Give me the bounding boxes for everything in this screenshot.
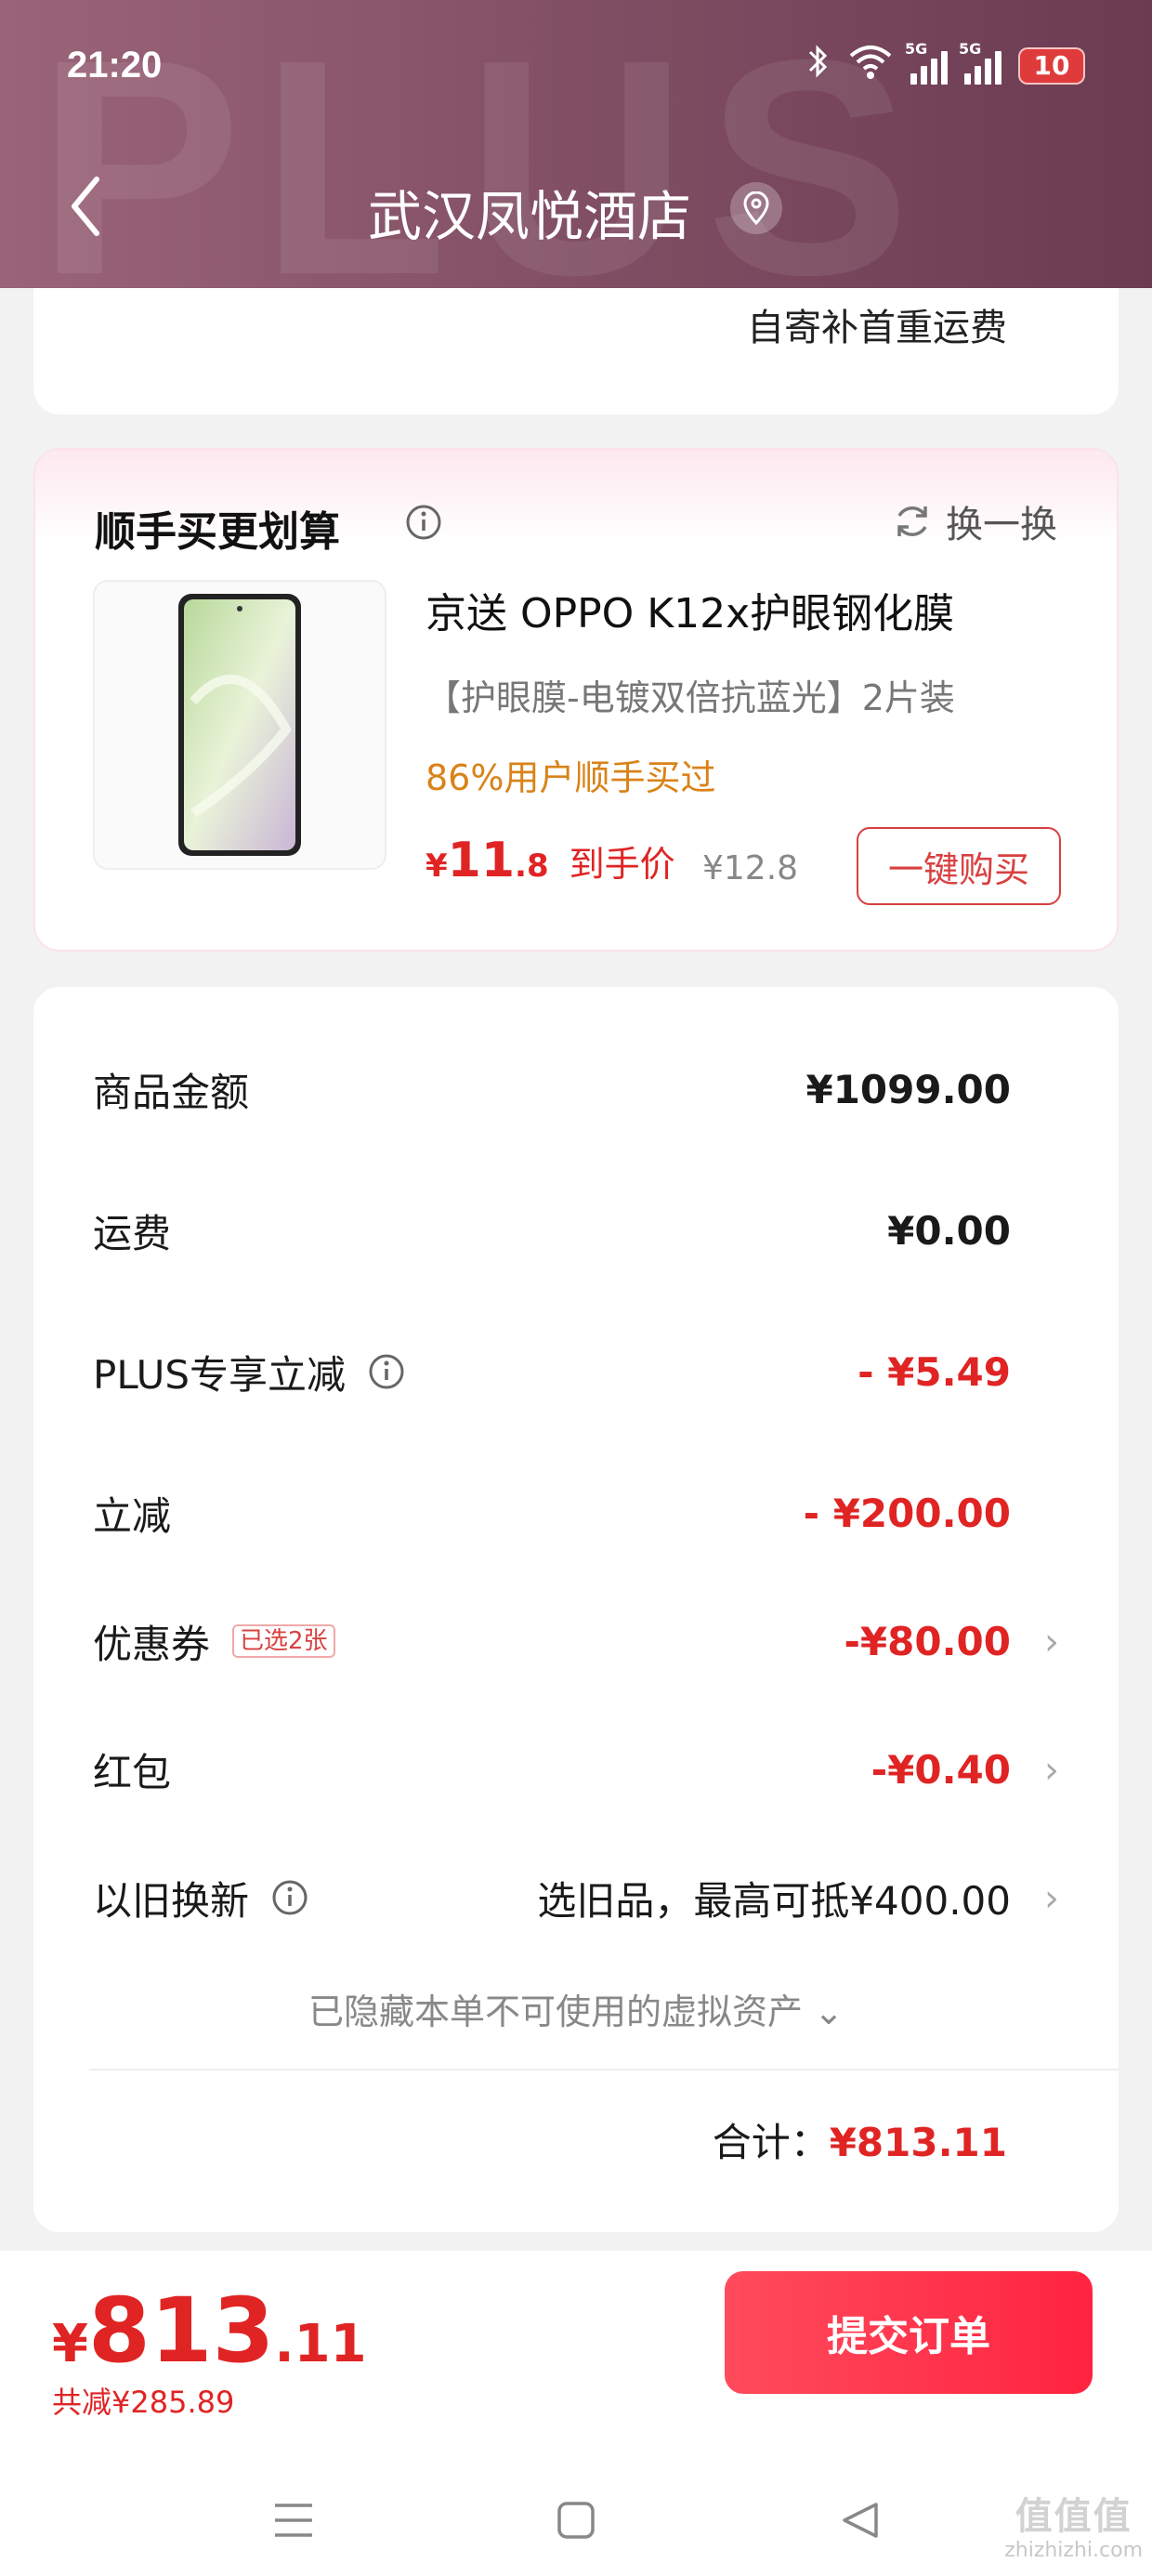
product-image[interactable] — [93, 580, 386, 870]
chevron-left-icon — [72, 177, 99, 236]
row-value: - ¥200.00 — [803, 1490, 1011, 1536]
menu-button[interactable] — [256, 2483, 331, 2557]
chevron-right-icon: › — [1044, 1877, 1059, 1920]
location-pin-icon — [743, 191, 769, 225]
site-watermark: 值值值 zhizhizhi.com — [1004, 2494, 1143, 2563]
hidden-assets-label: 已隐藏本单不可使用的虚拟资产 — [308, 1991, 804, 2032]
coupon-count-badge: 已选2张 — [232, 1623, 335, 1659]
home-button[interactable] — [539, 2483, 613, 2557]
swap-button[interactable]: 换一换 — [892, 494, 1057, 548]
row-label: 运费 — [93, 1210, 172, 1256]
total-value: ¥813.11 — [829, 2120, 1007, 2165]
triangle-back-icon — [843, 2503, 878, 2538]
back-button[interactable] — [58, 169, 113, 243]
battery-icon: 10 — [1018, 46, 1085, 85]
row-label: 商品金额 — [93, 1069, 250, 1115]
site-watermark-logo: 值值值 — [1015, 2495, 1132, 2538]
product-spec: 【护眼膜-电镀双倍抗蓝光】2片装 — [425, 677, 955, 718]
row-red-packet[interactable]: 红包 -¥0.40 › — [93, 1732, 1059, 1807]
system-back-button[interactable] — [823, 2483, 897, 2557]
row-label: 红包 — [93, 1749, 172, 1795]
row-label: 立减 — [93, 1492, 172, 1539]
row-plus-discount: PLUS专享立减 - ¥5.49 — [93, 1334, 1059, 1409]
product-price: ¥ 11 .8 到手价 — [425, 833, 675, 888]
info-icon[interactable] — [405, 504, 442, 545]
chevron-right-icon: › — [1044, 1749, 1059, 1792]
site-watermark-url: zhizhizhi.com — [1004, 2539, 1143, 2562]
one-click-buy-button[interactable]: 一键购买 — [857, 827, 1061, 905]
row-instant-discount: 立减 - ¥200.00 — [93, 1476, 1059, 1550]
hidden-assets-toggle[interactable]: 已隐藏本单不可使用的虚拟资产 ⌄ — [33, 1983, 1119, 2034]
swap-label: 换一换 — [946, 504, 1057, 546]
price-integer: 11 — [447, 833, 516, 888]
info-icon[interactable] — [271, 1879, 308, 1916]
submit-order-button[interactable]: 提交订单 — [725, 2271, 1093, 2394]
bought-rate: 86%用户顺手买过 — [425, 757, 716, 798]
final-price-decimal: .11 — [274, 2314, 367, 2374]
order-summary-card: 商品金额 ¥1099.00 运费 ¥0.00 PLUS专享立减 - ¥5.49 … — [33, 987, 1119, 2232]
row-trade-in[interactable]: 以旧换新 选旧品，最高可抵¥400.00 › — [93, 1860, 1059, 1935]
row-value: - ¥5.49 — [857, 1348, 1011, 1395]
divider — [89, 2069, 1119, 2070]
product-name[interactable]: 京送 OPPO K12x护眼钢化膜 — [425, 580, 954, 639]
total-saved: 共减¥285.89 — [52, 2385, 235, 2420]
price-currency: ¥ — [425, 848, 448, 885]
bluetooth-icon — [806, 43, 831, 88]
row-value: ¥0.00 — [887, 1207, 1011, 1254]
total-label: 合计： — [712, 2120, 830, 2165]
row-value: -¥80.00 — [844, 1618, 1011, 1664]
price-decimal: .8 — [515, 848, 549, 885]
row-shipping-fee: 运费 ¥0.00 — [93, 1193, 1059, 1268]
total-line: 合计：¥813.11 — [713, 2111, 1007, 2168]
signal-icon-2: 5G — [959, 40, 1001, 85]
location-button[interactable] — [730, 182, 782, 234]
final-price-integer: 813 — [87, 2279, 275, 2383]
bottom-bar: ¥ 813 .11 共减¥285.89 提交订单 值值值 zhizhizhi.c… — [0, 2251, 1152, 2576]
system-nav-bar — [0, 2483, 1152, 2567]
row-coupon[interactable]: 优惠券 已选2张 -¥80.00 › — [93, 1604, 1059, 1678]
addon-card: 顺手买更划算 换一换 京送 OPPO K12x护眼钢化膜 【护眼膜-电镀双倍抗蓝… — [33, 448, 1119, 952]
row-value: -¥0.40 — [871, 1746, 1011, 1793]
refresh-icon — [897, 506, 927, 536]
addon-title: 顺手买更划算 — [95, 508, 340, 556]
final-price: ¥ 813 .11 — [52, 2279, 367, 2383]
square-home-icon — [557, 2502, 595, 2539]
info-icon[interactable] — [368, 1353, 405, 1390]
price-label: 到手价 — [569, 844, 675, 885]
row-label: 优惠券 — [93, 1621, 211, 1667]
menu-icon — [275, 2504, 312, 2537]
final-currency: ¥ — [52, 2314, 88, 2374]
chevron-right-icon: › — [1044, 1621, 1059, 1663]
header: PLUS 21:20 5G 5G 10 武汉凤悦酒店 — [0, 0, 1152, 288]
status-time: 21:20 — [67, 45, 163, 85]
row-value: 选旧品，最高可抵¥400.00 — [537, 1877, 1011, 1924]
original-price: ¥12.8 — [702, 849, 799, 887]
status-icons: 5G 5G 10 — [806, 40, 1085, 88]
row-label: PLUS专享立减 — [93, 1351, 347, 1398]
row-goods-amount: 商品金额 ¥1099.00 — [93, 1052, 1059, 1126]
signal-icon-1: 5G — [905, 40, 948, 85]
chevron-down-icon: ⌄ — [814, 1991, 844, 2032]
shipping-note: 自寄补首重运费 — [747, 307, 1007, 349]
row-label: 以旧换新 — [93, 1877, 250, 1924]
page-title: 武汉凤悦酒店 — [368, 185, 692, 248]
phone-image — [178, 594, 301, 856]
wifi-icon — [847, 43, 894, 88]
row-value: ¥1099.00 — [805, 1066, 1011, 1112]
